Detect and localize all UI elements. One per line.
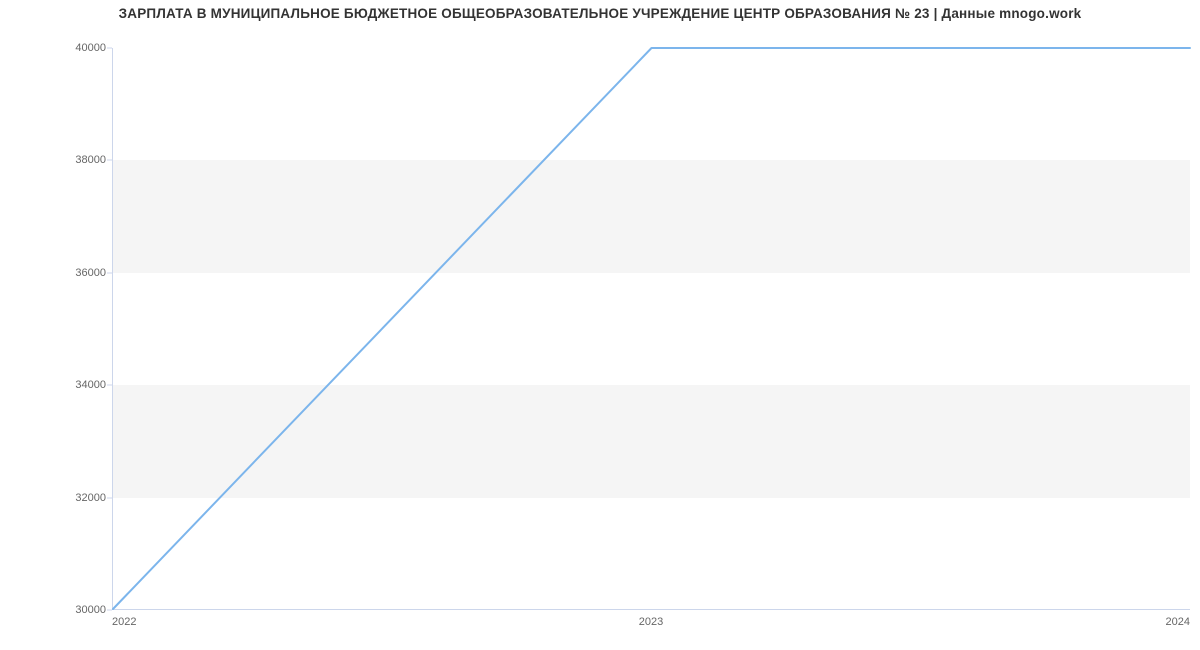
y-tick-label: 34000 xyxy=(26,379,106,391)
plot-area xyxy=(112,48,1190,610)
x-tick-label: 2022 xyxy=(112,616,136,628)
salary-series-line xyxy=(113,48,1190,609)
y-tick-label: 40000 xyxy=(26,42,106,54)
y-tick-label: 32000 xyxy=(26,492,106,504)
salary-line-chart: ЗАРПЛАТА В МУНИЦИПАЛЬНОЕ БЮДЖЕТНОЕ ОБЩЕО… xyxy=(0,0,1200,650)
x-tick-label: 2023 xyxy=(639,616,663,628)
x-tick-label: 2024 xyxy=(1166,616,1190,628)
y-tick-label: 36000 xyxy=(26,267,106,279)
chart-title: ЗАРПЛАТА В МУНИЦИПАЛЬНОЕ БЮДЖЕТНОЕ ОБЩЕО… xyxy=(0,6,1200,21)
y-tick-label: 38000 xyxy=(26,154,106,166)
y-tick-label: 30000 xyxy=(26,604,106,616)
line-layer xyxy=(113,48,1190,609)
